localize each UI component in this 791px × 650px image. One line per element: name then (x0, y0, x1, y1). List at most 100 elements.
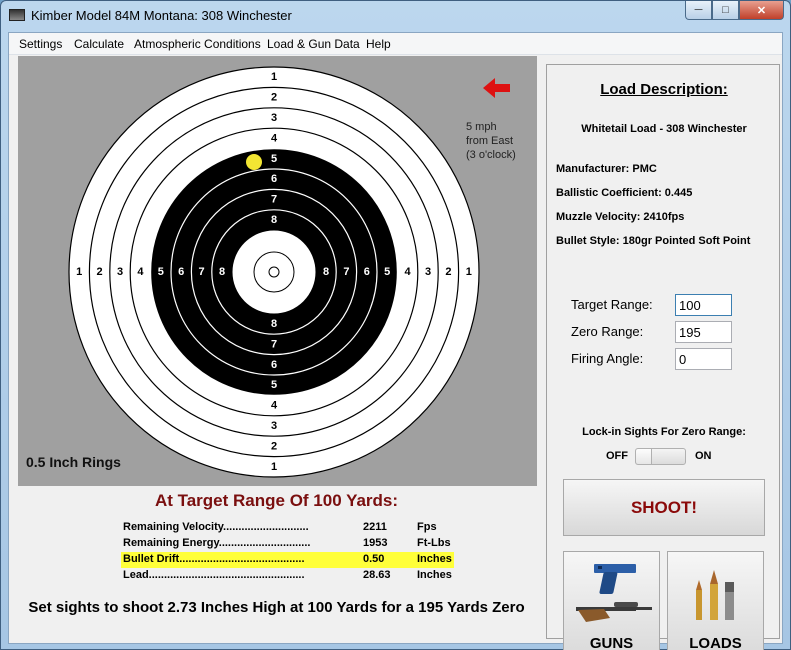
wind-clock: (3 o'clock) (466, 149, 516, 161)
load-panel: Load Description: Whitetail Load - 308 W… (546, 64, 780, 650)
results-title: At Target Range Of 100 Yards: (154, 491, 399, 510)
shoot-button[interactable]: SHOOT! (563, 479, 765, 536)
ring-number-label: 3 (271, 112, 277, 124)
ring-number-label: 7 (199, 266, 205, 278)
client-area: Settings Calculate Atmospheric Condition… (8, 32, 783, 650)
ring-number-label: 3 (425, 266, 431, 278)
result-unit: Fps (417, 521, 437, 533)
ring-number-label: 6 (271, 173, 277, 185)
load-manufacturer: Manufacturer: PMC (556, 163, 657, 175)
result-row-drift: Bullet Drift............................… (121, 552, 454, 568)
target-range-label: Target Range: (571, 297, 653, 312)
ring-number-label: 1 (271, 461, 277, 473)
ring-number-label: 3 (271, 420, 277, 432)
firing-angle-label: Firing Angle: (571, 351, 644, 366)
load-description-title: Load Description: (600, 81, 728, 98)
bullseye-ring (268, 266, 280, 278)
result-label: Lead....................................… (123, 569, 305, 581)
result-unit: Inches (417, 553, 452, 565)
bullet-impact-marker (246, 154, 262, 170)
result-value: 28.63 (363, 569, 391, 581)
result-row-velocity: Remaining Velocity......................… (121, 520, 454, 536)
result-unit: Inches (417, 569, 452, 581)
ring-number-label: 1 (271, 71, 277, 83)
result-label: Remaining Velocity......................… (123, 521, 309, 533)
results-table: Remaining Velocity......................… (121, 520, 454, 584)
loads-label: LOADS (689, 635, 742, 650)
ring-number-label: 7 (271, 194, 277, 206)
result-value: 1953 (363, 537, 388, 549)
result-unit: Ft-Lbs (417, 537, 451, 549)
window-controls: ─ □ ✕ (685, 1, 784, 20)
ring-number-label: 6 (178, 266, 184, 278)
minimize-icon: ─ (694, 4, 703, 16)
ring-number-label: 8 (271, 214, 277, 226)
ring-number-label: 4 (137, 266, 144, 278)
maximize-icon: □ (722, 4, 729, 16)
ring-number-label: 4 (271, 400, 278, 412)
load-name: Whitetail Load - 308 Winchester (581, 123, 747, 135)
ring-number-label: 8 (323, 266, 329, 278)
menu-load-gun-data[interactable]: Load & Gun Data (267, 37, 360, 51)
close-button[interactable]: ✕ (739, 1, 784, 20)
guns-label: GUNS (589, 635, 634, 650)
ring-number-label: 6 (271, 359, 277, 371)
toggle-knob[interactable] (636, 449, 652, 464)
result-label: Remaining Energy........................… (123, 537, 311, 549)
lock-sights-label: Lock-in Sights For Zero Range: (582, 426, 746, 438)
ring-number-label: 5 (271, 379, 277, 391)
ring-number-label: 2 (271, 92, 277, 104)
ring-number-label: 8 (219, 266, 225, 278)
load-ballistic-coefficient: Ballistic Coefficient: 0.445 (556, 187, 693, 199)
load-bullet-style: Bullet Style: 180gr Pointed Soft Point (556, 235, 751, 247)
result-label: Bullet Drift............................… (123, 553, 305, 565)
rings-scale-label: 0.5 Inch Rings (26, 454, 121, 470)
app-window: Kimber Model 84M Montana: 308 Winchester… (0, 0, 791, 650)
ring-number-label: 7 (271, 338, 277, 350)
toggle-off-label: OFF (606, 450, 628, 462)
wind-direction: from East (466, 135, 514, 147)
menu-bar: Settings Calculate Atmospheric Condition… (9, 33, 782, 55)
target-range-input[interactable] (675, 294, 732, 316)
menu-atmospheric-conditions[interactable]: Atmospheric Conditions (134, 37, 261, 51)
ring-number-label: 5 (384, 266, 390, 278)
zero-range-input[interactable] (675, 321, 732, 343)
ring-number-label: 4 (271, 132, 278, 144)
ring-number-label: 2 (271, 440, 277, 452)
ring-number-label: 5 (271, 153, 277, 165)
toggle-on-label: ON (695, 450, 712, 462)
loads-button[interactable]: LOADS (667, 551, 764, 650)
zero-range-label: Zero Range: (571, 324, 644, 339)
ring-number-label: 3 (117, 266, 123, 278)
lock-sights-toggle[interactable] (635, 448, 686, 465)
ring-number-label: 6 (364, 266, 370, 278)
ring-number-label: 1 (466, 266, 472, 278)
result-value: 2211 (363, 521, 387, 533)
ring-number-label: 8 (271, 318, 277, 330)
ammunition-icon (696, 570, 734, 620)
target-display: 1 1 1 1 2 2 2 2 3 3 3 3 4 4 4 4 5 5 5 5 6 6 6 6 7 7 7 7 8 8 8 8 5 mph f… (18, 56, 537, 486)
menu-settings[interactable]: Settings (19, 37, 62, 51)
close-icon: ✕ (756, 4, 767, 17)
ring-number-label: 2 (445, 266, 451, 278)
pistol-rifle-icon (576, 564, 652, 622)
title-bar[interactable]: Kimber Model 84M Montana: 308 Winchester… (1, 1, 790, 31)
minimize-button[interactable]: ─ (685, 1, 712, 20)
menu-help[interactable]: Help (366, 37, 391, 51)
result-row-energy: Remaining Energy........................… (121, 536, 454, 552)
ring-number-label: 4 (405, 266, 412, 278)
load-muzzle-velocity: Muzzle Velocity: 2410fps (556, 211, 685, 223)
sight-instruction: Set sights to shoot 2.73 Inches High at … (28, 599, 525, 616)
ring-number-label: 2 (97, 266, 103, 278)
ring-number-label: 7 (343, 266, 349, 278)
result-value: 0.50 (363, 553, 385, 565)
ring-number-label: 1 (76, 266, 82, 278)
wind-speed: 5 mph (466, 121, 497, 133)
firing-angle-input[interactable] (675, 348, 732, 370)
result-row-lead: Lead....................................… (121, 568, 454, 584)
menu-calculate[interactable]: Calculate (74, 37, 124, 51)
maximize-button[interactable]: □ (712, 1, 739, 20)
wind-info: 5 mph from East (3 o'clock) (466, 120, 536, 162)
guns-button[interactable]: GUNS (563, 551, 660, 650)
target-rings: 1 1 1 1 2 2 2 2 3 3 3 3 4 4 4 4 5 5 5 5 6 6 6 6 7 7 7 7 8 8 8 8 (68, 66, 480, 478)
